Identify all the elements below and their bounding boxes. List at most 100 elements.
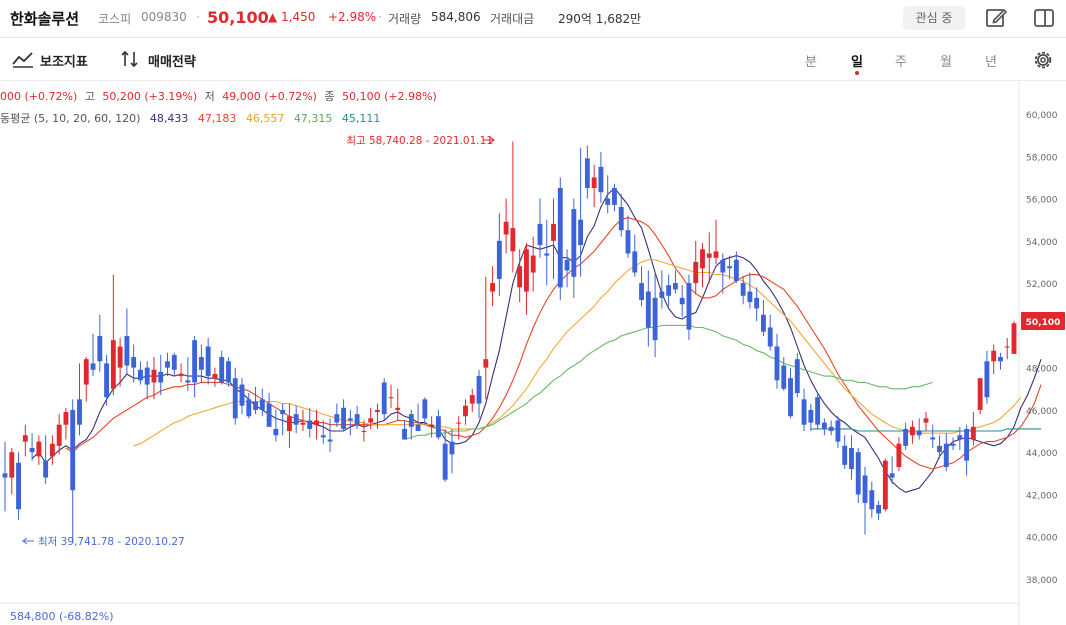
period-day[interactable]: 일	[847, 51, 867, 70]
candle	[747, 272, 753, 309]
strategy-icon[interactable]	[120, 50, 142, 68]
candle	[774, 333, 780, 389]
candle	[876, 500, 882, 520]
candle	[652, 274, 658, 358]
candle	[117, 338, 123, 387]
candle	[151, 357, 157, 400]
candle	[110, 274, 116, 396]
candle	[9, 447, 15, 495]
candle	[815, 393, 821, 429]
candle	[70, 399, 76, 544]
candle	[869, 481, 875, 518]
candle	[259, 388, 265, 417]
candle	[226, 357, 231, 387]
candle	[801, 388, 807, 432]
candle	[232, 367, 238, 425]
period-year[interactable]: 년	[981, 51, 1001, 70]
candle	[923, 412, 929, 432]
amount-label: 거래대금	[490, 12, 535, 26]
candle	[598, 152, 604, 203]
low-label: 저	[204, 90, 215, 103]
candle	[496, 213, 502, 296]
candle	[767, 314, 773, 351]
candle	[632, 234, 638, 277]
candle	[469, 388, 475, 413]
candle	[476, 369, 482, 419]
candle	[862, 466, 868, 535]
candle	[930, 424, 936, 448]
period-month[interactable]: 월	[936, 51, 956, 70]
ma-info: 동평균 (5, 10, 20, 60, 120) 48,433 47,183 4…	[0, 110, 386, 126]
candle	[977, 378, 983, 415]
edit-icon[interactable]	[984, 6, 1008, 30]
indicator-icon[interactable]	[12, 50, 34, 68]
ma10-value: 47,183	[197, 112, 237, 125]
strategy-button[interactable]: 매매전략	[148, 51, 196, 70]
ma60-line	[404, 324, 933, 441]
max-annotation-label: 최고 58,740.28 - 2021.01.11	[346, 135, 493, 147]
candle	[36, 435, 42, 465]
candle	[584, 145, 590, 199]
candle	[970, 412, 976, 446]
candle	[882, 458, 888, 512]
candle	[618, 194, 624, 237]
ma-label: 동평균 (5, 10, 20, 60, 120)	[0, 112, 141, 125]
candle	[855, 447, 861, 503]
candlestick-chart[interactable]: 60,00058,00056,00054,00052,00050,00048,0…	[0, 82, 1066, 625]
candle	[571, 198, 577, 298]
candle	[56, 414, 62, 455]
candle	[483, 276, 489, 400]
candle	[97, 314, 103, 372]
candle	[314, 409, 319, 440]
candle	[178, 363, 184, 383]
ma5-line	[31, 187, 1042, 493]
period-minute[interactable]: 분	[801, 51, 821, 70]
side-panel-icon[interactable]	[1032, 6, 1056, 30]
candle	[727, 255, 733, 279]
favorite-button[interactable]: 관심 중	[903, 6, 965, 30]
candle	[347, 409, 353, 436]
candle	[165, 352, 170, 377]
ma60-value: 47,315	[293, 112, 333, 125]
candle	[320, 420, 326, 444]
y-tick-label: 40,000	[1026, 534, 1058, 544]
settings-gear-icon[interactable]	[1032, 49, 1054, 71]
candle	[16, 452, 21, 520]
indicator-button[interactable]: 보조지표	[40, 51, 88, 70]
candle	[503, 198, 509, 254]
candle	[171, 352, 177, 377]
candle	[998, 352, 1003, 370]
candle	[943, 433, 949, 472]
candle	[672, 270, 678, 294]
candle	[530, 236, 536, 292]
candle	[266, 393, 272, 427]
y-axis-ticks: 60,00058,00056,00054,00052,00050,00048,0…	[1026, 111, 1058, 586]
stock-header: 한화솔루션 코스피 009830 · 50,100 ▲ 1,450 +2.98%…	[0, 0, 1066, 38]
candle	[700, 242, 705, 288]
max-annotation: 최고 58,740.28 - 2021.01.11	[346, 135, 495, 147]
separator-dot: ·	[378, 10, 382, 24]
candle	[435, 409, 441, 440]
candle	[625, 215, 631, 258]
period-week[interactable]: 주	[891, 51, 911, 70]
ma5-value: 48,433	[149, 112, 189, 125]
volume-value: 584,806	[431, 10, 481, 24]
low-value: 49,000 (+0.72%)	[222, 90, 317, 103]
candle	[713, 219, 719, 265]
candle	[422, 397, 428, 425]
current-price-tag: 50,100	[1021, 312, 1065, 330]
candle	[788, 367, 793, 419]
candle	[666, 274, 672, 307]
candle	[896, 437, 902, 472]
current-price: 50,100	[207, 8, 269, 27]
candle	[490, 266, 496, 307]
candle	[212, 367, 218, 387]
close-value: 50,100 (+2.98%)	[342, 90, 437, 103]
candle	[639, 266, 644, 307]
candle	[124, 308, 130, 374]
candle	[693, 240, 699, 294]
candle	[158, 354, 164, 396]
candle	[842, 435, 848, 470]
candle	[835, 416, 841, 448]
candle	[964, 424, 970, 476]
